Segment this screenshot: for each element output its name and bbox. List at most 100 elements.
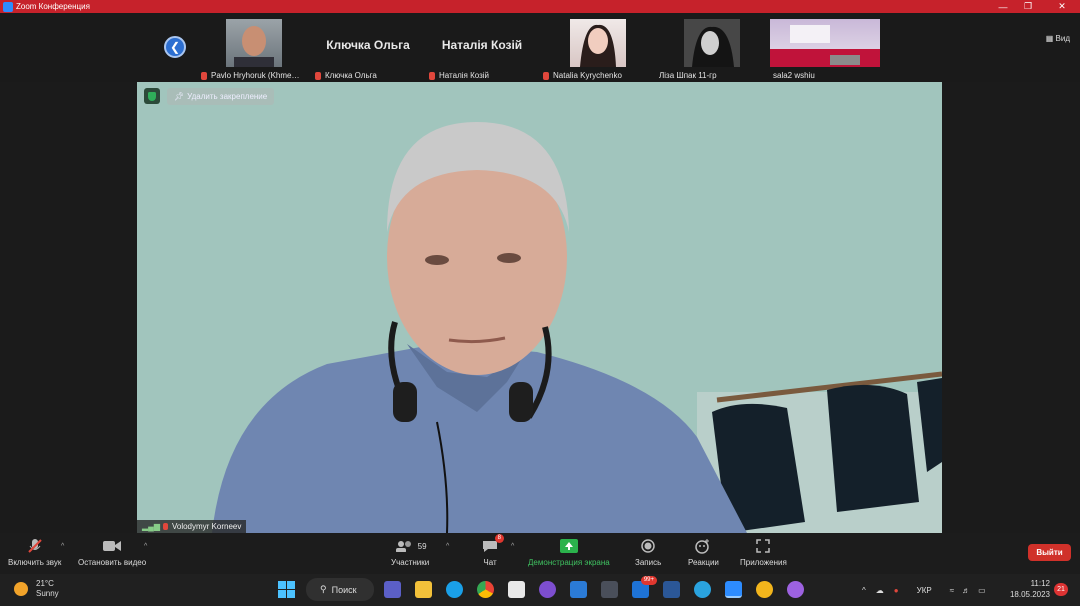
mail-icon[interactable]: 99+ — [632, 576, 657, 598]
chrome-icon[interactable] — [477, 581, 494, 598]
participant-display-name: Наталія Козій — [441, 38, 523, 52]
battery-icon[interactable]: ▭ — [978, 586, 986, 595]
record-button[interactable]: Запись — [635, 538, 661, 567]
participant-photo — [226, 19, 282, 69]
weather-app-icon[interactable] — [756, 581, 773, 598]
stop-video-button[interactable]: Остановить видео — [78, 538, 146, 567]
restore-icon[interactable]: ❐ — [1018, 0, 1038, 13]
windows-taskbar: 21°C Sunny ⚲ Поиск 99+ ^ ☁ ● УКР ≈ ♬ ▭ 11:… — [0, 574, 1080, 606]
participants-options-caret[interactable]: ^ — [446, 543, 449, 550]
participant-name: Ліза Шпак 11-гр — [659, 71, 717, 80]
participant-tile[interactable]: Ключка Ольга Ключка Ольга — [312, 16, 424, 81]
participant-name: sala2 wshiu — [773, 71, 815, 80]
notification-badge[interactable]: 21 — [1054, 583, 1068, 596]
participant-name: Pavlo Hryhoruk (Khme… — [198, 71, 310, 80]
microphone-icon[interactable]: ● — [894, 586, 899, 595]
unpin-button[interactable]: 📌︎ Удалить закрепление — [167, 88, 275, 105]
edge-icon[interactable] — [446, 581, 463, 598]
speaker-name-label: ▂▄▆ Volodymyr Korneev — [137, 520, 247, 533]
teams-icon[interactable] — [384, 581, 401, 598]
apps-icon — [756, 538, 771, 554]
sun-icon — [14, 582, 28, 596]
search-icon: ⚲ — [320, 584, 327, 594]
chat-button[interactable]: 8 Чат — [482, 534, 504, 567]
participants-icon: 59 — [394, 538, 427, 554]
calculator-icon[interactable] — [601, 581, 618, 598]
mic-muted-icon — [543, 71, 549, 80]
video-camera-icon — [103, 538, 122, 554]
avatar — [234, 26, 274, 69]
main-video: 📌︎ Удалить закрепление ▂▄▆ Volodymyr Kor… — [137, 82, 942, 533]
gallery-prev-button[interactable]: ❮ — [164, 36, 186, 58]
mic-muted-icon — [162, 523, 168, 530]
system-tray: ^ ☁ ● УКР ≈ ♬ ▭ — [862, 574, 986, 606]
file-explorer-icon[interactable] — [415, 581, 432, 598]
windows-logo-icon — [278, 581, 295, 598]
speaker-video-frame — [137, 82, 942, 533]
chat-options-caret[interactable]: ^ — [511, 543, 514, 550]
participant-tile[interactable]: Наталія Козій Наталія Козій — [426, 16, 538, 81]
weather-condition: Sunny — [36, 589, 59, 598]
wifi-icon[interactable]: ≈ — [950, 586, 954, 595]
participant-photo — [570, 19, 626, 67]
close-icon[interactable]: ✕ — [1052, 0, 1072, 13]
chevron-up-icon[interactable]: ^ — [862, 586, 866, 595]
security-shield-icon[interactable] — [144, 88, 160, 104]
participant-tile[interactable]: sala2 wshiu — [768, 16, 880, 81]
language-indicator[interactable]: УКР — [917, 586, 932, 595]
start-button[interactable] — [278, 581, 295, 598]
record-icon — [641, 538, 655, 554]
pin-icon: 📌︎ — [174, 92, 185, 101]
mail-badge: 99+ — [640, 576, 657, 585]
apps-button[interactable]: Приложения — [740, 538, 787, 567]
meeting-toolbar: Включить звук ^ Остановить видео ^ 59 Уч… — [0, 533, 1080, 574]
weather-widget[interactable]: 21°C Sunny — [14, 579, 59, 599]
temperature: 21°C — [36, 579, 54, 588]
participants-count: 59 — [417, 541, 427, 551]
grid-icon: ▦ — [1045, 34, 1056, 43]
chat-icon: 8 — [482, 534, 504, 554]
avatar — [684, 19, 740, 67]
leave-button[interactable]: Выйти — [1028, 544, 1071, 561]
word-icon[interactable] — [663, 581, 680, 598]
view-button[interactable]: ▦ Вид — [1046, 34, 1070, 43]
avatar — [580, 24, 616, 67]
mic-muted-icon — [201, 71, 207, 80]
chevron-left-icon: ❮ — [169, 40, 181, 54]
store-icon[interactable] — [508, 581, 525, 598]
telegram-icon[interactable] — [694, 581, 711, 598]
clock[interactable]: 11:12 18.05.2023 — [1008, 578, 1050, 600]
cloud-icon[interactable]: ☁ — [876, 586, 884, 595]
reactions-button[interactable]: Реакции — [688, 538, 719, 567]
calendar-icon[interactable] — [570, 581, 587, 598]
share-screen-button[interactable]: Демонстрация экрана — [528, 538, 610, 567]
participant-tile[interactable]: Pavlo Hryhoruk (Khme… — [198, 16, 310, 81]
signal-icon: ▂▄▆ — [142, 522, 160, 531]
date: 18.05.2023 — [1009, 590, 1050, 599]
participant-photo — [684, 19, 740, 67]
participants-button[interactable]: 59 Участники — [391, 538, 429, 567]
browser-icon[interactable] — [787, 581, 804, 598]
minimize-icon[interactable]: — — [993, 0, 1013, 13]
gallery-strip: ❮ Pavlo Hryhoruk (Khme… Ключка Ольга Клю… — [0, 13, 1080, 82]
video-options-caret[interactable]: ^ — [144, 543, 147, 550]
time: 11:12 — [1030, 579, 1050, 588]
participant-tile[interactable]: Ліза Шпак 11-гр — [654, 16, 766, 81]
viber-icon[interactable] — [539, 581, 556, 598]
window-titlebar: Zoom Конференция — ❐ ✕ — [0, 0, 1080, 13]
share-screen-icon — [559, 538, 578, 554]
smiley-add-icon — [695, 538, 711, 554]
zoom-taskbar-icon[interactable] — [725, 581, 742, 598]
participant-tile[interactable]: Natalia Kyrychenko — [540, 16, 652, 81]
mic-muted-icon — [315, 71, 321, 80]
audio-options-caret[interactable]: ^ — [61, 543, 64, 550]
unmute-button[interactable]: Включить звук — [8, 538, 61, 567]
window-title: Zoom Конференция — [16, 2, 90, 11]
participant-photo — [770, 19, 880, 67]
room-image — [770, 25, 880, 67]
mic-off-icon — [27, 538, 43, 554]
volume-icon[interactable]: ♬ — [962, 586, 970, 595]
chat-badge: 8 — [494, 534, 504, 543]
taskbar-search[interactable]: ⚲ Поиск — [306, 578, 374, 601]
zoom-logo-icon — [3, 1, 13, 12]
